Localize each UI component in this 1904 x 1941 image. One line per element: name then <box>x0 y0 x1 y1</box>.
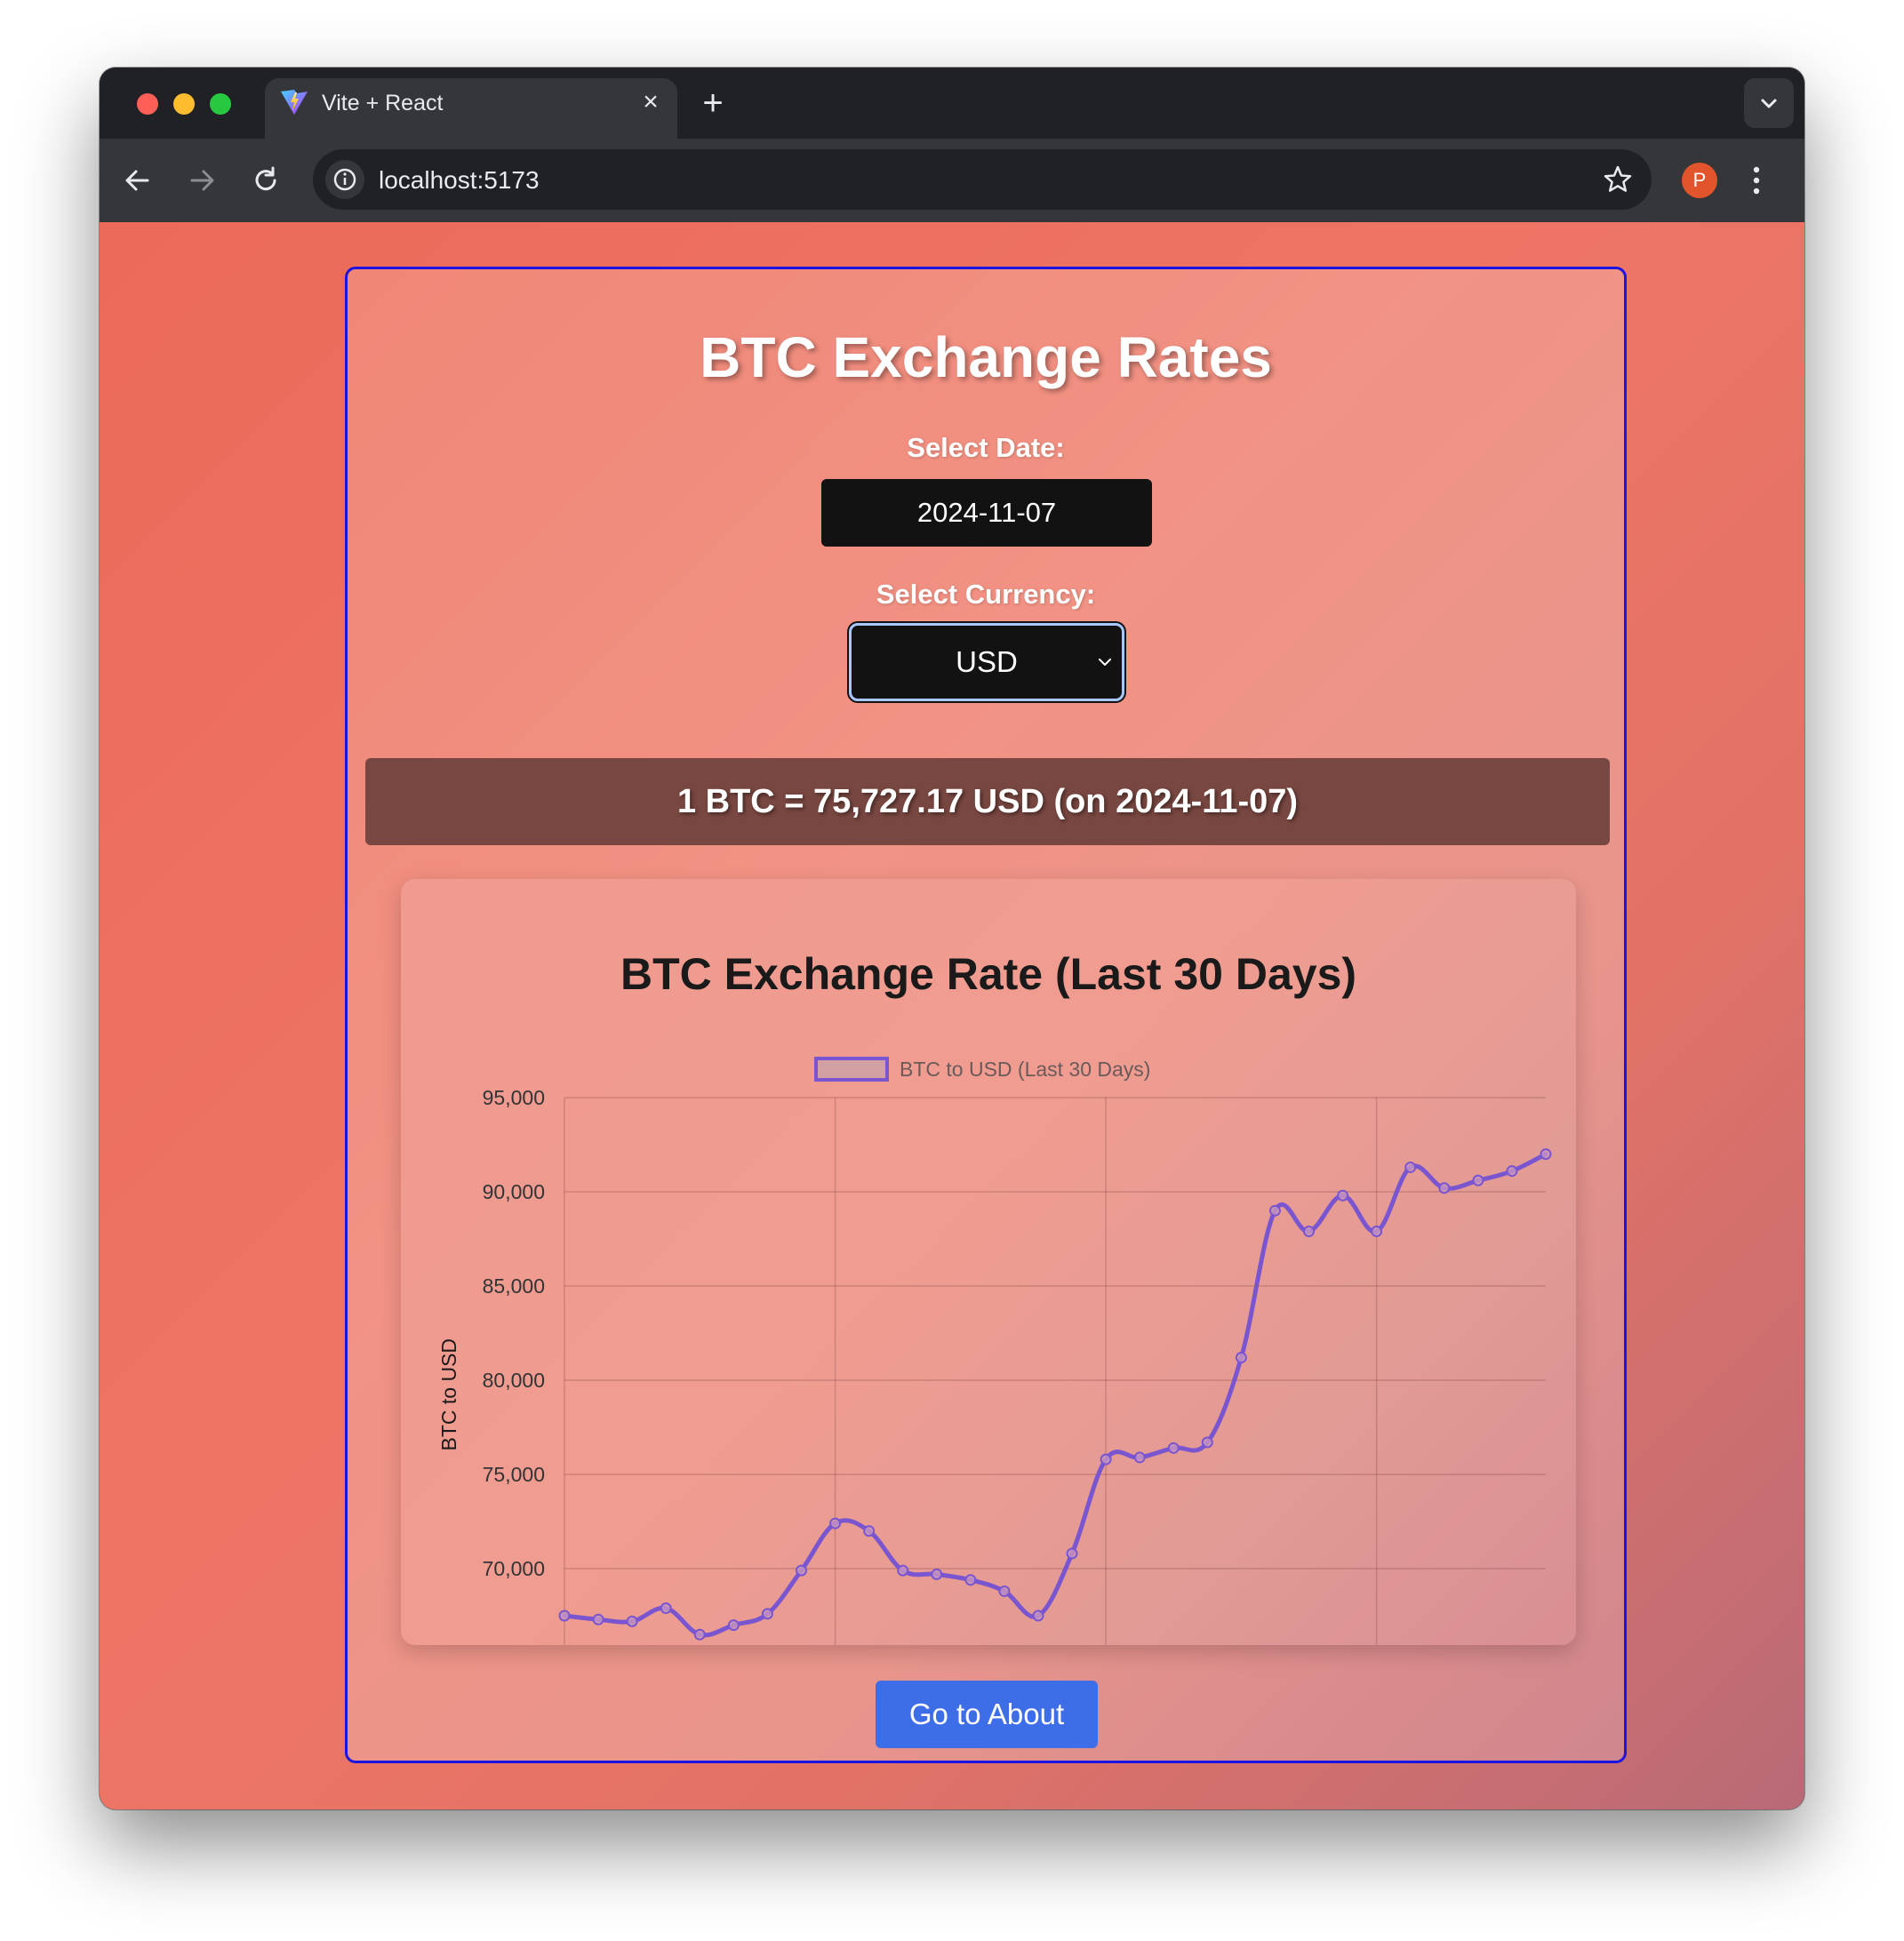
page-title: BTC Exchange Rates <box>700 325 1272 389</box>
data-point <box>626 1615 638 1627</box>
data-point <box>829 1517 842 1530</box>
data-point <box>1303 1226 1316 1238</box>
legend-swatch <box>814 1057 889 1082</box>
bookmark-star-icon[interactable] <box>1602 164 1634 196</box>
app-container: BTC Exchange Rates Select Date: 2024-11-… <box>345 267 1627 1763</box>
chart-card: BTC Exchange Rate (Last 30 Days) 95,000 9… <box>401 879 1576 1645</box>
vite-logo-icon <box>281 90 308 115</box>
data-point <box>727 1619 740 1632</box>
date-label: Select Date: <box>907 432 1065 463</box>
data-point <box>1100 1453 1112 1466</box>
data-point <box>1540 1148 1552 1161</box>
currency-label: Select Currency: <box>876 579 1096 610</box>
data-point <box>931 1568 943 1580</box>
data-point <box>592 1613 604 1625</box>
address-bar[interactable]: localhost:5173 <box>313 149 1652 210</box>
reload-icon[interactable] <box>245 160 286 201</box>
line-chart: 95,000 90,000 85,000 80,000 75,000 70,000 BTC … <box>437 1057 1552 1645</box>
data-point <box>1235 1352 1247 1364</box>
page-viewport: BTC Exchange Rates Select Date: 2024-11-… <box>100 222 1804 1809</box>
site-info-icon[interactable] <box>325 160 364 199</box>
close-window-button[interactable] <box>137 93 158 115</box>
data-point <box>558 1610 571 1622</box>
data-point <box>1268 1204 1281 1217</box>
data-point <box>1133 1451 1146 1464</box>
data-point <box>761 1608 773 1620</box>
y-tick-label: 85,000 <box>483 1274 545 1298</box>
data-point <box>897 1564 909 1577</box>
data-point <box>1371 1226 1383 1238</box>
browser-window: Vite + React × + localhost:5173 P BTC Ex… <box>100 68 1804 1809</box>
zoom-window-button[interactable] <box>210 93 231 115</box>
data-point <box>1032 1610 1044 1622</box>
currency-select[interactable]: USD <box>849 623 1124 701</box>
data-point <box>1506 1165 1518 1178</box>
data-point <box>1167 1442 1180 1454</box>
date-input[interactable]: 2024-11-07 <box>821 479 1152 547</box>
chevron-down-icon <box>1099 659 1111 666</box>
tab-vite-react[interactable]: Vite + React × <box>265 78 677 139</box>
y-tick-label: 90,000 <box>483 1180 545 1203</box>
data-point <box>795 1564 807 1577</box>
data-point <box>998 1585 1011 1597</box>
legend-label: BTC to USD (Last 30 Days) <box>900 1058 1150 1081</box>
back-arrow-icon[interactable] <box>117 160 158 201</box>
profile-avatar[interactable]: P <box>1682 163 1717 198</box>
y-axis-title: BTC to USD <box>437 1338 460 1451</box>
more-menu-icon[interactable] <box>1749 160 1764 201</box>
data-point <box>1066 1547 1078 1560</box>
new-tab-button[interactable]: + <box>695 85 731 123</box>
y-tick-label: 70,000 <box>483 1557 545 1580</box>
chevron-down-icon <box>1761 99 1777 108</box>
minimize-window-button[interactable] <box>173 93 195 115</box>
data-point <box>660 1602 672 1615</box>
data-point <box>1404 1161 1417 1173</box>
currency-value: USD <box>956 645 1018 678</box>
exchange-result: 1 BTC = 75,727.17 USD (on 2024-11-07) <box>365 758 1610 845</box>
tab-search-button[interactable] <box>1744 78 1794 128</box>
browser-toolbar: localhost:5173 P <box>100 139 1804 222</box>
close-tab-icon[interactable]: × <box>638 89 663 116</box>
tab-title: Vite + React <box>322 91 444 116</box>
data-point <box>863 1525 876 1538</box>
series-line <box>562 1152 1548 1638</box>
y-tick-label: 75,000 <box>483 1463 545 1486</box>
go-to-about-button[interactable]: Go to About <box>876 1681 1098 1748</box>
data-point <box>1472 1174 1484 1186</box>
forward-arrow-icon[interactable] <box>181 160 222 201</box>
data-point <box>1438 1182 1451 1194</box>
tab-strip: Vite + React × + <box>100 68 1804 139</box>
data-point <box>964 1574 977 1586</box>
data-point <box>693 1628 706 1641</box>
y-tick-label: 80,000 <box>483 1369 545 1392</box>
data-point <box>1337 1189 1349 1202</box>
y-tick-label: 95,000 <box>483 1086 545 1109</box>
data-point <box>1201 1436 1213 1449</box>
url-text: localhost:5173 <box>379 166 540 194</box>
